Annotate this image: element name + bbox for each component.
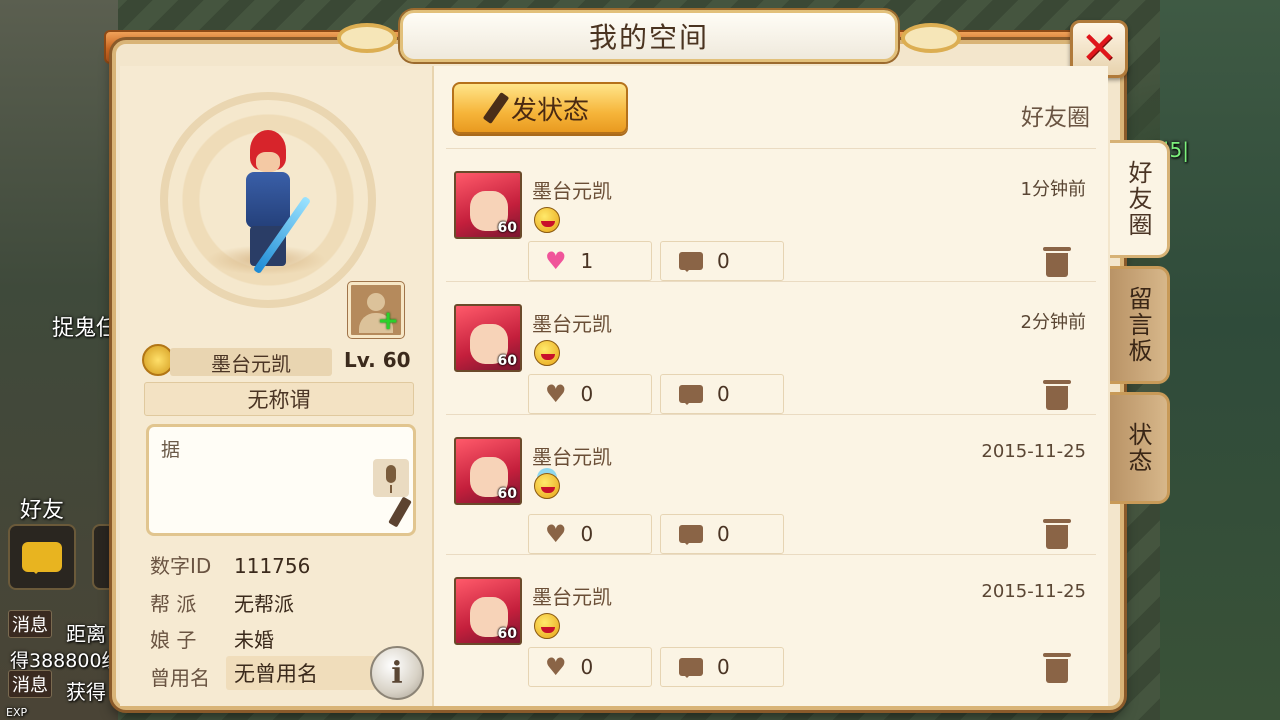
comment-count: 0 [717, 655, 730, 679]
comment-count: 0 [717, 382, 730, 406]
post-status-label: 发状态 [510, 95, 589, 126]
post-time: 2分钟前 [1020, 312, 1086, 333]
poster-name[interactable]: 墨台元凯 [532, 308, 612, 337]
comment-button[interactable]: 0 [660, 241, 784, 281]
heart-icon: ♥ [545, 247, 567, 275]
pencil-icon[interactable] [388, 496, 412, 528]
trash-icon[interactable] [1043, 380, 1071, 410]
info-key: 曾用名 [150, 666, 210, 690]
poster-level: 60 [497, 353, 517, 369]
info-key: 帮 派 [150, 592, 197, 616]
title-plate: 我的空间 [337, 10, 961, 62]
signature-text: 据 [161, 439, 181, 461]
post-time: 2015-11-25 [981, 441, 1086, 462]
poster-name[interactable]: 墨台元凯 [532, 441, 612, 470]
feed-item: 60 墨台元凯 2015-11-25 ♥ 0 0 [446, 554, 1096, 687]
feed-item: 60 墨台元凯 2分钟前 ♥ 0 0 [446, 281, 1096, 421]
bg-friend-label[interactable]: 好友 [20, 492, 64, 524]
poster-avatar[interactable]: 60 [454, 577, 522, 645]
info-key: 数字ID [150, 554, 212, 578]
feed-item: 60 墨台元凯 1分钟前 ♥ 1 0 [446, 148, 1096, 288]
poster-level: 60 [497, 220, 517, 236]
info-row-id: 数字ID 111756 [150, 550, 310, 579]
info-value: 未婚 [234, 628, 274, 652]
info-key: 娘 子 [150, 628, 197, 652]
scroll-ornament-right [901, 23, 961, 53]
like-button[interactable]: ♥ 1 [528, 241, 652, 281]
info-button[interactable]: i [370, 646, 424, 700]
poster-avatar[interactable]: 60 [454, 304, 522, 372]
plus-icon: + [377, 306, 399, 336]
section-title: 好友圈 [1021, 105, 1090, 131]
bg-task-label[interactable]: 捉鬼任 [52, 310, 118, 342]
smile-emoji-icon [534, 613, 560, 639]
like-count: 0 [580, 522, 594, 546]
profile-level: Lv. 60 [344, 348, 411, 372]
trash-icon[interactable] [1043, 653, 1071, 683]
chat-bubble-icon [22, 542, 62, 574]
trash-icon[interactable] [1043, 247, 1071, 277]
pencil-icon [482, 92, 510, 124]
bg-distance-text: 距离 [66, 622, 106, 646]
bg-exp-label: EXP [6, 706, 28, 719]
comment-count: 0 [717, 522, 730, 546]
page-title: 我的空间 [588, 21, 709, 54]
like-count: 0 [580, 655, 594, 679]
info-row-used-name: 曾用名 [150, 662, 234, 691]
comment-icon [679, 385, 703, 405]
like-count: 0 [580, 382, 594, 406]
poster-name[interactable]: 墨台元凯 [532, 581, 612, 610]
poster-avatar[interactable]: 60 [454, 437, 522, 505]
info-row-guild: 帮 派 无帮派 [150, 588, 294, 617]
info-value: 111756 [234, 554, 311, 578]
background-right-area [1160, 0, 1280, 720]
trash-icon[interactable] [1043, 519, 1071, 549]
smile-emoji-icon [534, 340, 560, 366]
post-status-button[interactable]: 发状态 [452, 82, 628, 134]
scroll-ornament-left [337, 23, 397, 53]
close-icon: ✕ [1080, 23, 1118, 74]
microphone-icon[interactable] [373, 459, 409, 497]
smile-emoji-icon [534, 207, 560, 233]
bg-exp-text: 得388800经 [10, 650, 121, 672]
poster-level: 60 [497, 486, 517, 502]
like-button[interactable]: ♥ 0 [528, 514, 652, 554]
like-button[interactable]: ♥ 0 [528, 374, 652, 414]
character-figure [228, 130, 312, 280]
signature-input[interactable]: 据 [146, 424, 416, 536]
like-count: 1 [580, 249, 594, 273]
tab-friend-circle[interactable]: 好友圈 [1110, 140, 1170, 258]
heart-icon: ♥ [545, 380, 567, 408]
bg-message-badge-1[interactable]: 消息 [8, 610, 52, 638]
heart-icon: ♥ [545, 653, 567, 681]
like-button[interactable]: ♥ 0 [528, 647, 652, 687]
comment-button[interactable]: 0 [660, 647, 784, 687]
comment-icon [679, 658, 703, 678]
info-value: 无帮派 [234, 592, 294, 616]
tab-message-board[interactable]: 留言板 [1110, 266, 1170, 384]
comment-icon [679, 252, 703, 272]
comment-icon [679, 525, 703, 545]
post-time: 2015-11-25 [981, 581, 1086, 602]
info-row-spouse: 娘 子 未婚 [150, 624, 274, 653]
poster-name[interactable]: 墨台元凯 [532, 175, 612, 204]
comment-count: 0 [717, 249, 730, 273]
poster-level: 60 [497, 626, 517, 642]
profile-title: 无称谓 [144, 382, 414, 416]
poster-avatar[interactable]: 60 [454, 171, 522, 239]
tab-status[interactable]: 状态 [1110, 392, 1170, 504]
feed-item: 60 墨台元凯 2015-11-25 ♥ 0 0 [446, 414, 1096, 554]
comment-button[interactable]: 0 [660, 514, 784, 554]
profile-name: 墨台元凯 [170, 348, 332, 376]
post-time: 1分钟前 [1020, 179, 1086, 200]
bg-chat-button[interactable] [8, 524, 76, 590]
bg-gain-text: 获得 [66, 680, 106, 704]
comment-button[interactable]: 0 [660, 374, 784, 414]
info-icon: i [391, 655, 403, 691]
heart-icon: ♥ [545, 520, 567, 548]
bg-message-badge-2[interactable]: 消息 [8, 670, 52, 698]
add-friend-button[interactable]: + [348, 282, 404, 338]
angel-emoji-icon [534, 473, 560, 499]
used-name-value: 无曾用名 [226, 656, 376, 690]
